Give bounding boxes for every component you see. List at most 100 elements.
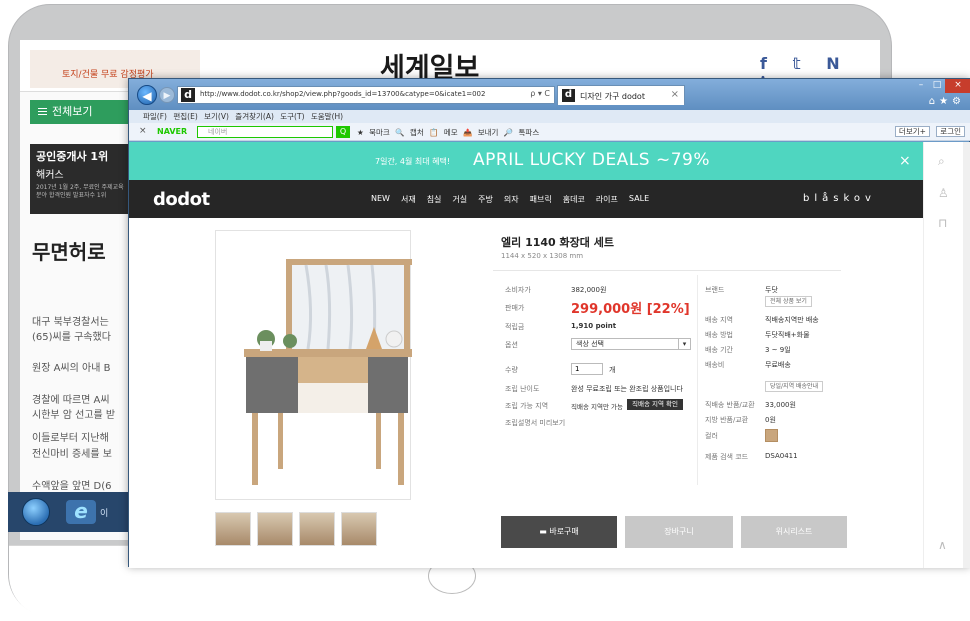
news-text-line: 원장 A씨의 아내 B (32, 363, 111, 374)
nav-item-sale[interactable]: SALE (629, 194, 649, 205)
back-button[interactable]: ◀ (137, 85, 157, 105)
naver-toolbar: × NAVER 네이버 Q ★ 북마크 🔍 캡처 📋 메모 📤 보내기 🔎 톡파… (129, 123, 970, 141)
assembly-difficulty: 완성 무료조립 또는 완조립 상품입니다 (571, 385, 683, 393)
chevron-down-icon: ▾ (678, 339, 690, 349)
thumbnail[interactable] (215, 512, 251, 546)
address-bar[interactable]: d http://www.dodot.co.kr/shop2/view.php?… (177, 86, 555, 104)
side-ad-line3: 2017년 1월 2주, 무료인 주제교육분야 합격인원 발표자수 1위 (36, 184, 124, 199)
minimize-icon[interactable]: – (913, 79, 929, 93)
nav-item-life[interactable]: 라이프 (596, 194, 618, 205)
info-label: 제품 검색 코드 (705, 453, 749, 461)
more-button[interactable]: 더보기+ (894, 126, 930, 137)
info-label: 배송 기간 (705, 346, 733, 354)
regional-return-fee: 0원 (765, 416, 776, 424)
news-text-line: 이들로부터 지난해 (32, 433, 109, 444)
nav-item-chair[interactable]: 의자 (504, 194, 519, 205)
promo-close-icon[interactable]: × (899, 153, 911, 169)
nav-item-bedroom[interactable]: 침실 (427, 194, 442, 205)
delivery-region: 직배송지역만 배송 (765, 316, 819, 324)
delivery-guide-button[interactable]: 당일/지역 배송안내 (765, 381, 824, 392)
maximize-icon[interactable]: □ (929, 79, 945, 93)
consumer-price: 382,000원 (571, 286, 607, 294)
buy-now-button[interactable]: ▬ 바로구매 (501, 516, 617, 548)
brand-all-products[interactable]: 전체 상품 보기 (765, 296, 812, 307)
info-label: 조립 가능 지역 (505, 402, 549, 410)
address-controls[interactable]: ρ ▾ C (530, 89, 550, 98)
naver-search-icon[interactable]: Q (336, 126, 350, 138)
add-to-cart-button[interactable]: 장바구니 (625, 516, 733, 548)
product-name: 엘리 1140 화장대 세트 (501, 236, 614, 249)
color-swatch[interactable] (765, 429, 778, 442)
delivery-period: 3 ~ 9일 (765, 346, 791, 354)
login-button[interactable]: 로그인 (936, 126, 965, 137)
thumbnail[interactable] (257, 512, 293, 546)
news-menu-button[interactable]: 전체보기 (30, 100, 130, 124)
nav-item-homedeco[interactable]: 홈데코 (563, 194, 585, 205)
region-check-button[interactable]: 직배송 지역 확인 (627, 399, 683, 410)
buy-now-label: 바로구매 (549, 527, 579, 536)
naver-search-input[interactable]: 네이버 (197, 126, 333, 138)
info-label: 소비자가 (505, 286, 531, 294)
info-label: 수량 (505, 366, 518, 374)
search-icon[interactable]: ⌕ (938, 154, 945, 169)
news-text-line: (65)씨를 구속했다 (32, 332, 111, 343)
toolbar-close-icon[interactable]: × (139, 126, 147, 136)
nav-menu: NEW 서재 침실 거실 주방 의자 패브릭 홈데코 라이프 SALE (371, 194, 649, 205)
taskbar: e 이 (8, 492, 138, 532)
nav-item-kitchen[interactable]: 주방 (478, 194, 493, 205)
browser-toolbar-icons[interactable]: ⌂★⚙ (929, 96, 965, 107)
web-page: 7일간, 4월 최대 혜택! APRIL LUCKY DEALS ~79% × … (129, 142, 970, 568)
user-icon[interactable]: ♙ (938, 186, 949, 200)
product-code: DSA0411 (765, 452, 798, 460)
screenshot-stage: 토지/건물 무료 감정평가 세계일보 f 𝕥 N ℹ 전체보기 공인중개사 1위… (0, 0, 970, 621)
scroll-top-icon[interactable]: ∧ (938, 538, 947, 552)
start-orb-icon[interactable] (22, 498, 50, 526)
ie-taskbar-icon[interactable]: e (66, 500, 96, 524)
brand-strip[interactable]: blåskov (803, 193, 876, 204)
manual-preview-link[interactable]: 조립설명서 미리보기 (505, 418, 565, 428)
close-window-icon[interactable]: × (945, 79, 970, 93)
promo-banner[interactable]: 7일간, 4월 최대 혜택! APRIL LUCKY DEALS ~79% × (129, 142, 923, 180)
menu-bar[interactable]: 파일(F) 편집(E) 보기(V) 즐겨찾기(A) 도구(T) 도움말(H) (129, 110, 970, 123)
product-image[interactable] (215, 230, 434, 500)
cart-icon[interactable]: ⊓ (938, 216, 947, 230)
news-text-line: 전신마비 증세를 보 (32, 449, 112, 460)
direct-return-fee: 33,000원 (765, 401, 796, 409)
site-favicon-icon: d (181, 88, 195, 102)
info-divider (697, 275, 698, 485)
tab-title: 디자인 가구 dodot (580, 92, 645, 101)
browser-tab[interactable]: d 디자인 가구 dodot × (557, 85, 685, 105)
toolbar-items[interactable]: ★ 북마크 🔍 캡처 📋 메모 📤 보내기 🔎 톡파스 (357, 127, 539, 138)
thumbnail[interactable] (299, 512, 335, 546)
address-url: http://www.dodot.co.kr/shop2/view.php?go… (200, 90, 486, 98)
promo-subtext: 7일간, 4월 최대 혜택! (375, 157, 451, 166)
nav-item-living[interactable]: 거실 (452, 194, 467, 205)
quantity-input[interactable]: 1 (571, 363, 603, 375)
nav-item-fabric[interactable]: 패브릭 (530, 194, 552, 205)
info-label: 컬러 (705, 432, 718, 440)
tab-favicon-icon: d (562, 89, 575, 102)
site-logo[interactable]: dodot (153, 189, 210, 210)
news-headline[interactable]: 무면허로 (32, 236, 106, 265)
wishlist-button[interactable]: 위시리스트 (741, 516, 847, 548)
news-text-line: 대구 북부경찰서는 (32, 317, 109, 328)
option-select[interactable]: 색상 선택 ▾ (571, 338, 691, 350)
quantity-unit: 개 (609, 366, 616, 374)
brand-value: 두닷 (765, 286, 778, 294)
info-label: 브랜드 (705, 286, 725, 294)
naver-logo: NAVER (157, 127, 188, 136)
forward-button[interactable]: ▶ (159, 87, 175, 103)
tab-close-icon[interactable]: × (671, 89, 679, 100)
scrollbar[interactable] (963, 142, 970, 568)
nav-item-new[interactable]: NEW (371, 194, 390, 205)
vanity-illustration (244, 259, 434, 485)
browser-window: ◀ ▶ d http://www.dodot.co.kr/shop2/view.… (128, 78, 970, 568)
option-select-value: 색상 선택 (576, 340, 604, 348)
news-side-ad[interactable]: 공인중개사 1위 해커스 2017년 1월 2주, 무료인 주제교육분야 합격인… (30, 144, 130, 214)
promo-headline: APRIL LUCKY DEALS ~79% (473, 150, 711, 170)
nav-item-study[interactable]: 서재 (401, 194, 416, 205)
thumbnail[interactable] (341, 512, 377, 546)
news-text-line: 경찰에 따르면 A씨 (32, 395, 110, 406)
browser-titlebar: ◀ ▶ d http://www.dodot.co.kr/shop2/view.… (129, 79, 970, 110)
info-label: 적립금 (505, 323, 525, 331)
